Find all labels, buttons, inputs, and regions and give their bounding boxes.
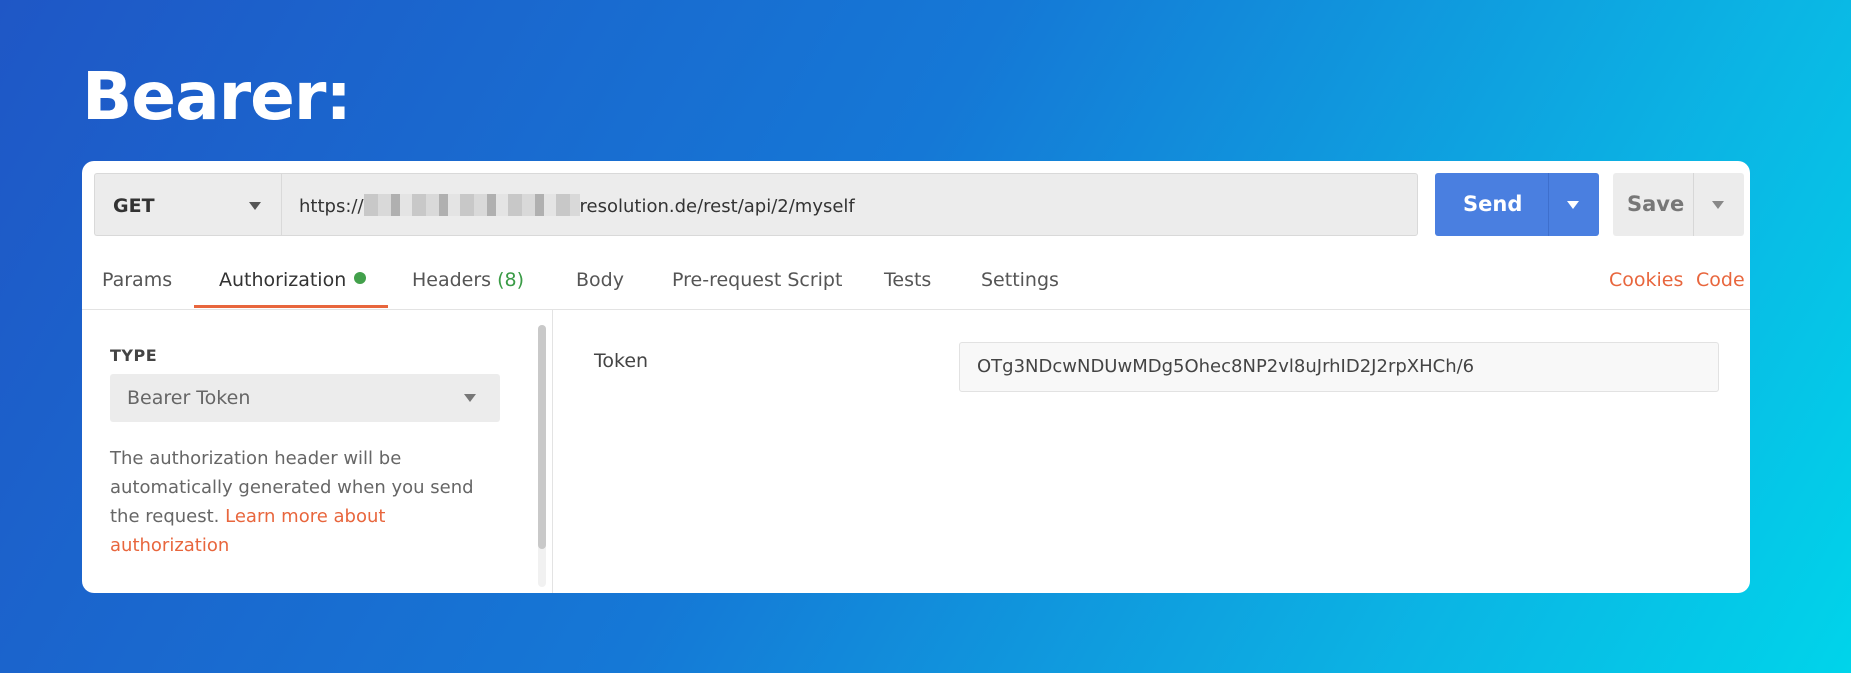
token-input[interactable]: OTg3NDcwNDUwMDg5Ohec8NP2vl8uJrhID2J2rpXH… xyxy=(959,342,1719,392)
scrollbar[interactable] xyxy=(538,325,546,587)
url-input[interactable]: https://resolution.de/rest/api/2/myself xyxy=(281,173,1418,236)
request-panel: GET https://resolution.de/rest/api/2/mys… xyxy=(82,161,1750,593)
tab-params[interactable]: Params xyxy=(102,269,172,291)
save-label: Save xyxy=(1627,192,1685,216)
auth-description: The authorization header will be automat… xyxy=(110,448,474,556)
auth-type-pane: TYPE Bearer Token The authorization head… xyxy=(82,310,553,593)
page-heading: Bearer: xyxy=(82,58,352,135)
tab-tests[interactable]: Tests xyxy=(884,269,931,291)
chevron-down-icon xyxy=(464,394,476,402)
auth-type-select[interactable]: Bearer Token xyxy=(110,374,500,422)
code-link[interactable]: Code xyxy=(1696,269,1745,291)
active-tab-indicator xyxy=(194,305,388,308)
divider xyxy=(1548,173,1549,236)
redacted-host xyxy=(363,194,580,216)
tab-body[interactable]: Body xyxy=(576,269,624,291)
scrollbar-thumb[interactable] xyxy=(538,325,546,549)
chevron-down-icon xyxy=(249,202,261,210)
request-tabs: Params Authorization Headers (8) Body Pr… xyxy=(82,261,1750,310)
tab-headers[interactable]: Headers (8) xyxy=(412,269,524,291)
tab-settings[interactable]: Settings xyxy=(981,269,1059,291)
tab-authorization[interactable]: Authorization xyxy=(219,269,367,291)
method-select[interactable]: GET xyxy=(94,173,281,236)
divider xyxy=(1693,173,1694,236)
token-value: OTg3NDcwNDUwMDg5Ohec8NP2vl8uJrhID2J2rpXH… xyxy=(977,356,1475,377)
url-text: https://resolution.de/rest/api/2/myself xyxy=(299,194,855,217)
method-label: GET xyxy=(113,195,155,217)
type-label: TYPE xyxy=(110,346,158,365)
token-label: Token xyxy=(594,350,649,372)
auth-type-value: Bearer Token xyxy=(127,387,251,409)
tab-pre-request-script[interactable]: Pre-request Script xyxy=(672,269,842,291)
cookies-link[interactable]: Cookies xyxy=(1609,269,1683,291)
headers-count: (8) xyxy=(497,269,525,291)
send-label: Send xyxy=(1463,192,1523,216)
status-dot-icon xyxy=(354,272,367,284)
send-button[interactable]: Send xyxy=(1435,173,1599,236)
chevron-down-icon[interactable] xyxy=(1712,201,1724,209)
chevron-down-icon[interactable] xyxy=(1567,201,1579,209)
save-button[interactable]: Save xyxy=(1613,173,1744,236)
